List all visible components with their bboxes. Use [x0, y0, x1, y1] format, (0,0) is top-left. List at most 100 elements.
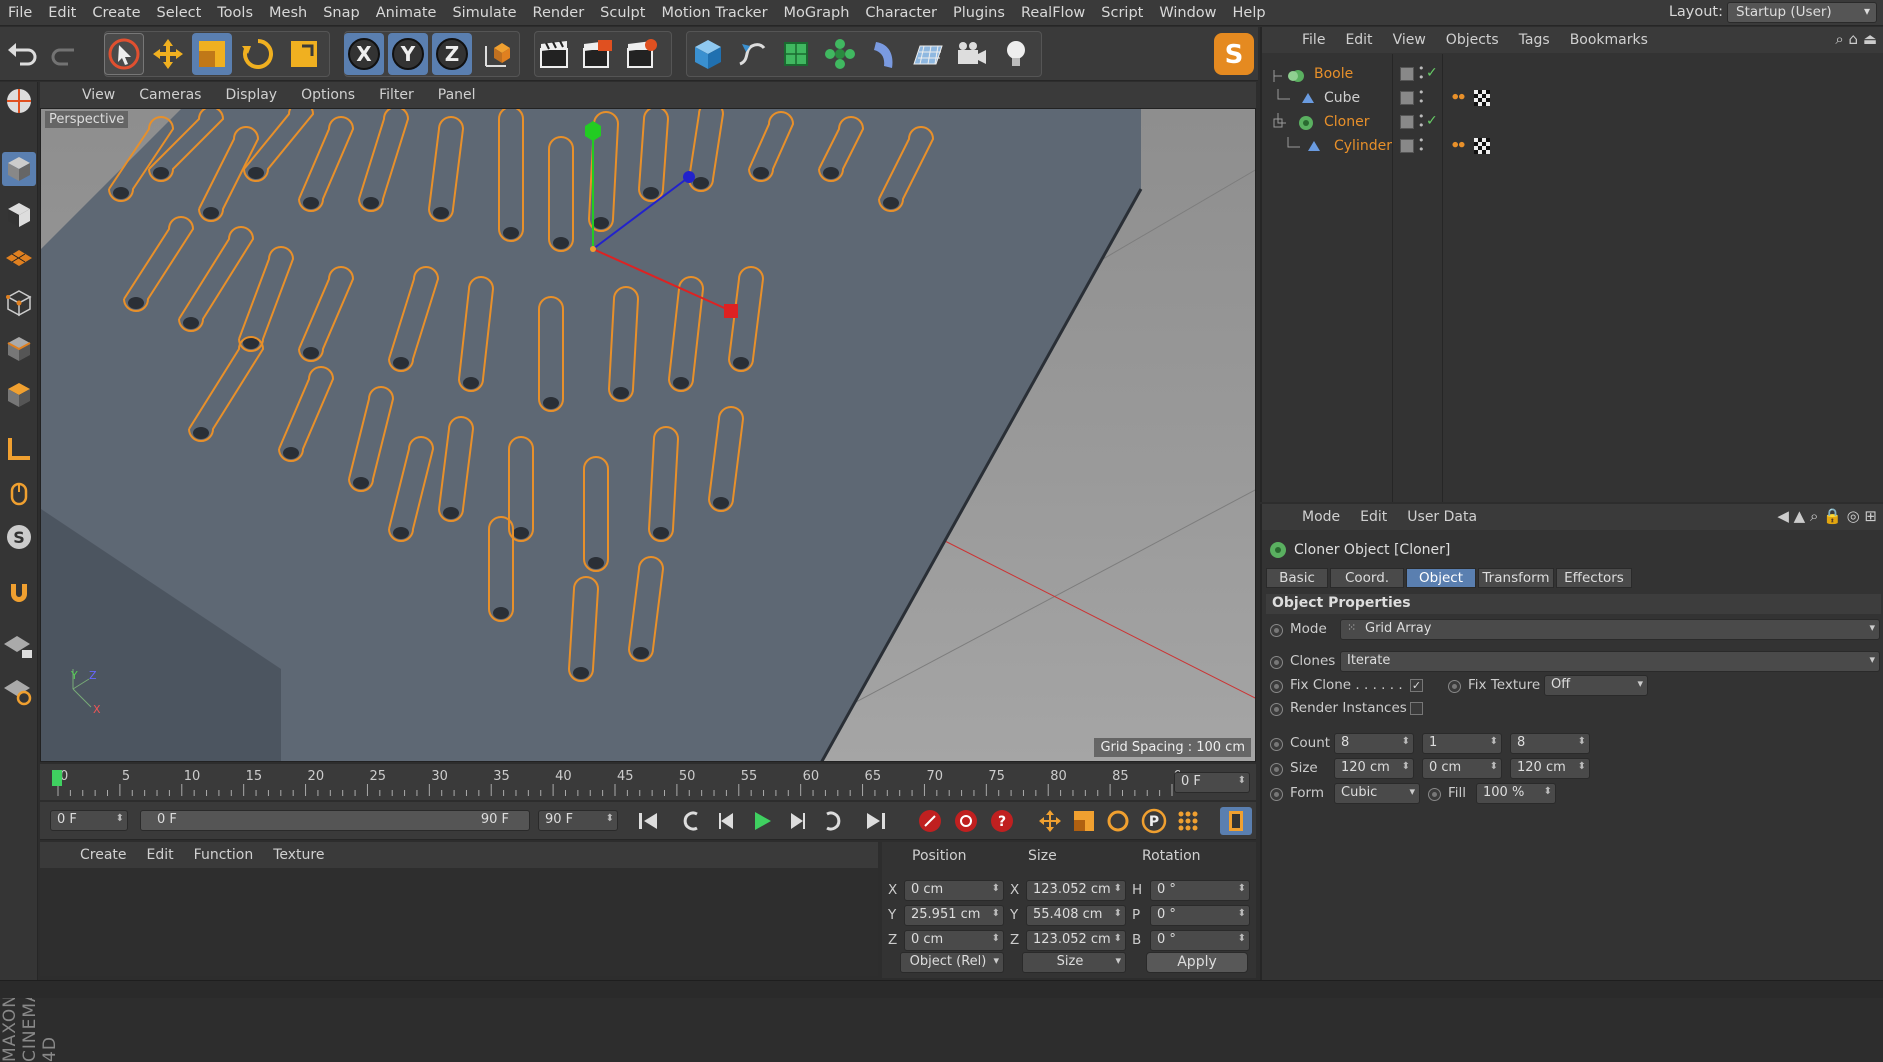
rot-h-field[interactable]: 0 °	[1150, 880, 1250, 901]
tab-transform[interactable]: Transform	[1478, 568, 1554, 588]
viewport-menu-view[interactable]: View	[70, 87, 127, 103]
layout-select[interactable]: Startup (User)	[1727, 2, 1877, 23]
menu-select[interactable]: Select	[149, 5, 210, 21]
size-y-field[interactable]: 55.408 cm	[1026, 905, 1126, 926]
rotate-button[interactable]	[238, 33, 278, 75]
make-editable-button[interactable]	[2, 84, 36, 118]
material-menu-texture[interactable]: Texture	[263, 847, 334, 863]
sculpt-layout-button[interactable]: S	[1214, 33, 1254, 75]
model-mode-button[interactable]	[2, 152, 36, 186]
render-instances-animate-radio[interactable]	[1270, 703, 1283, 716]
size-mode-select[interactable]: Size	[1022, 952, 1126, 973]
clones-select[interactable]: Iterate	[1340, 651, 1880, 672]
sculpt-mode-button[interactable]: S	[2, 520, 36, 554]
material-tag-icon[interactable]	[1474, 138, 1490, 154]
viewport-menu-display[interactable]: Display	[213, 87, 289, 103]
size-y-field[interactable]: 0 cm	[1422, 758, 1502, 779]
mode-select[interactable]: ⁙ Grid Array	[1340, 619, 1880, 640]
object-menu-edit[interactable]: Edit	[1335, 32, 1382, 48]
move-button[interactable]	[148, 33, 188, 75]
x-axis-button[interactable]: X	[344, 33, 384, 75]
fill-field[interactable]: 100 %	[1476, 783, 1556, 804]
object-row-boole[interactable]: Boole • • ✓	[1262, 63, 1883, 87]
size-animate-radio[interactable]	[1270, 763, 1283, 776]
coordinate-system-button[interactable]	[478, 33, 518, 75]
render-to-picture-viewer-button[interactable]	[578, 33, 618, 75]
fix-clone-checkbox[interactable]: ✓	[1410, 679, 1423, 692]
object-row-cloner[interactable]: Cloner • • ✓	[1262, 111, 1883, 135]
mode-animate-radio[interactable]	[1270, 624, 1283, 637]
rot-b-field[interactable]: 0 °	[1150, 930, 1250, 951]
render-settings-button[interactable]	[622, 33, 662, 75]
points-mode-button[interactable]	[2, 286, 36, 320]
layer-toggle[interactable]	[1400, 67, 1414, 81]
add-spline-button[interactable]	[732, 33, 772, 75]
position-key-button[interactable]	[1034, 807, 1066, 835]
apply-button[interactable]: Apply	[1146, 952, 1248, 973]
object-menu-tags[interactable]: Tags	[1509, 32, 1560, 48]
scale-button[interactable]	[192, 33, 232, 75]
menu-animate[interactable]: Animate	[368, 5, 445, 21]
object-row-cylinder[interactable]: Cylinder • • ⦁⦁	[1262, 135, 1883, 159]
material-menu-create[interactable]: Create	[70, 847, 137, 863]
enabled-check-icon[interactable]: ✓	[1426, 65, 1438, 81]
rotation-key-button[interactable]	[1102, 807, 1134, 835]
count-z-field[interactable]: 8	[1510, 733, 1590, 754]
tweak-mode-button[interactable]	[2, 476, 36, 510]
menu-mesh[interactable]: Mesh	[261, 5, 315, 21]
add-floor-button[interactable]	[908, 33, 948, 75]
menu-motion-tracker[interactable]: Motion Tracker	[653, 5, 775, 21]
tab-effectors[interactable]: Effectors	[1556, 568, 1632, 588]
menu-help[interactable]: Help	[1225, 5, 1274, 21]
fix-texture-select[interactable]: Off	[1544, 675, 1648, 696]
material-menu-function[interactable]: Function	[184, 847, 264, 863]
go-to-end-button[interactable]	[860, 807, 892, 835]
object-menu-file[interactable]: File	[1292, 32, 1335, 48]
render-view-button[interactable]	[534, 33, 574, 75]
object-menu-view[interactable]: View	[1383, 32, 1436, 48]
attr-menu-mode[interactable]: Mode	[1292, 509, 1350, 525]
redo-button[interactable]	[46, 33, 86, 75]
rot-p-field[interactable]: 0 °	[1150, 905, 1250, 926]
coordinate-mode-select[interactable]: Object (Rel)	[900, 952, 1004, 973]
tab-basic[interactable]: Basic	[1266, 568, 1328, 588]
play-button[interactable]	[746, 807, 778, 835]
menu-window[interactable]: Window	[1151, 5, 1224, 21]
menu-plugins[interactable]: Plugins	[945, 5, 1013, 21]
viewport-menu-panel[interactable]: Panel	[426, 87, 488, 103]
menu-character[interactable]: Character	[857, 5, 945, 21]
menu-create[interactable]: Create	[84, 5, 148, 21]
render-instances-checkbox[interactable]	[1410, 702, 1423, 715]
menu-script[interactable]: Script	[1093, 5, 1151, 21]
add-deformer-button[interactable]	[864, 33, 904, 75]
count-y-field[interactable]: 1	[1422, 733, 1502, 754]
y-axis-button[interactable]: Y	[388, 33, 428, 75]
visibility-dots[interactable]: • •	[1418, 111, 1425, 131]
add-mograph-button[interactable]	[820, 33, 860, 75]
perspective-viewport[interactable]: Y Z X Perspective Grid Spacing : 100 cm …	[40, 108, 1256, 762]
phong-tag-icon[interactable]: ⦁⦁	[1452, 137, 1465, 152]
undo-button[interactable]	[2, 33, 42, 75]
fill-animate-radio[interactable]	[1428, 788, 1441, 801]
object-row-cube[interactable]: Cube • • ⦁⦁	[1262, 87, 1883, 111]
form-animate-radio[interactable]	[1270, 788, 1283, 801]
pos-y-field[interactable]: 25.951 cm	[904, 905, 1004, 926]
previous-key-button[interactable]	[676, 807, 708, 835]
frame-range-slider[interactable]: 0 F 90 F	[140, 810, 530, 831]
layer-toggle[interactable]	[1400, 139, 1414, 153]
attr-menu-edit[interactable]: Edit	[1350, 509, 1397, 525]
attr-menu-user-data[interactable]: User Data	[1397, 509, 1487, 525]
workplane-mode-button[interactable]	[2, 242, 36, 276]
polygons-mode-button[interactable]	[2, 378, 36, 412]
parameter-key-button[interactable]: P	[1138, 807, 1170, 835]
menu-mograph[interactable]: MoGraph	[776, 5, 858, 21]
timeline-ruler[interactable]: 051015202530354045505560657075808590 0 F	[40, 764, 1256, 800]
current-frame-field[interactable]: 0 F	[1174, 772, 1250, 793]
visibility-dots[interactable]: • •	[1418, 63, 1425, 83]
viewport-menu-cameras[interactable]: Cameras	[127, 87, 213, 103]
visibility-dots[interactable]: • •	[1418, 135, 1425, 155]
record-keys-button[interactable]	[914, 807, 946, 835]
tab-object[interactable]: Object	[1406, 568, 1476, 588]
z-axis-button[interactable]: Z	[432, 33, 472, 75]
fix-texture-animate-radio[interactable]	[1448, 680, 1461, 693]
